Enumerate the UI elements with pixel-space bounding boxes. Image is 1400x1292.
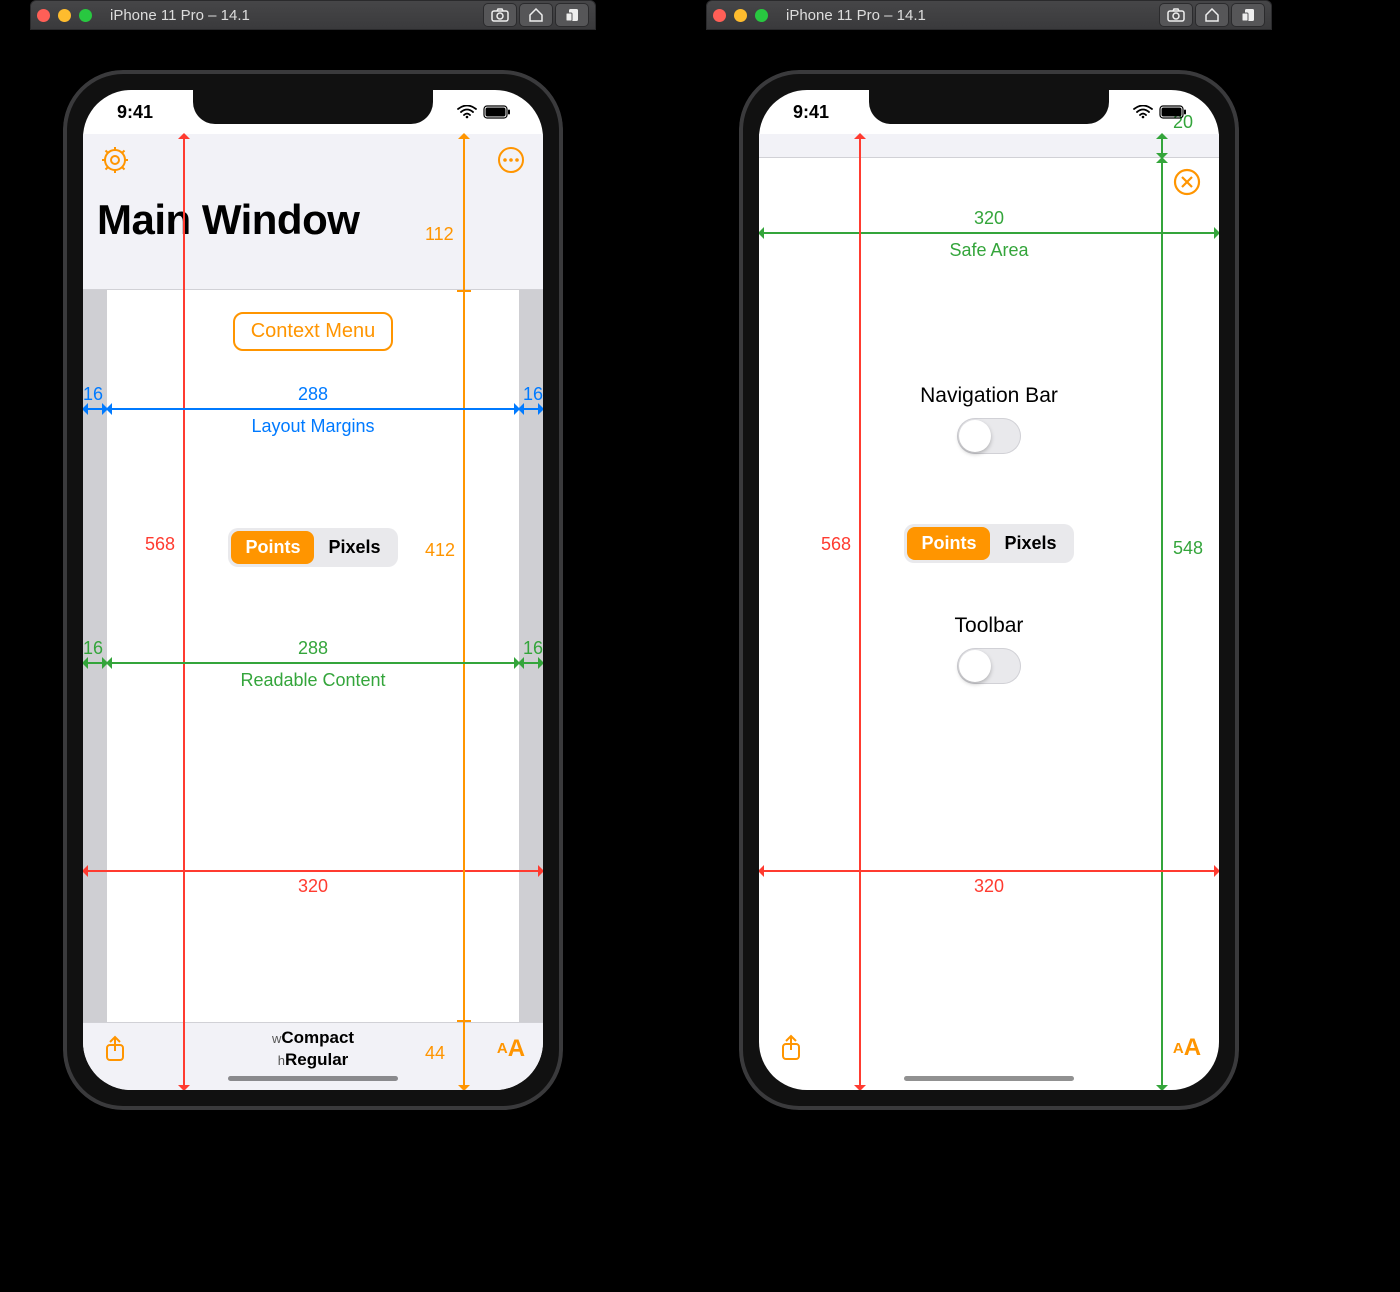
units-segmented-control[interactable]: Points Pixels [228, 528, 397, 567]
nav-bar-toggle[interactable] [957, 418, 1021, 454]
measure-window-height: 568 [183, 134, 185, 1090]
traffic-lights[interactable] [713, 9, 768, 22]
toolbar-toggle[interactable] [957, 648, 1021, 684]
measure-readable-right: 16 [519, 662, 543, 664]
measure-readable-left: 16 [83, 662, 107, 664]
wifi-icon [1133, 105, 1153, 119]
share-icon[interactable] [97, 1031, 133, 1067]
phone-frame: 9:41 Navigation Bar Points [729, 60, 1249, 1120]
measure-window-width: 320 [759, 870, 1219, 872]
measure-safe-width: 320 Safe Area [759, 232, 1219, 234]
measure-orange-vertical: 112 412 44 [463, 134, 465, 1090]
segment-points[interactable]: Points [907, 527, 990, 560]
measure-safe-top: 20 [1161, 134, 1163, 158]
status-icons [1133, 105, 1187, 119]
more-icon[interactable] [493, 142, 529, 178]
status-icons [457, 105, 511, 119]
measure-layout-margin-left: 16 [83, 408, 107, 410]
titlebar[interactable]: iPhone 11 Pro – 14.1 [30, 0, 596, 30]
text-size-icon[interactable]: AA [1169, 1030, 1205, 1066]
close-icon[interactable] [1169, 164, 1205, 200]
window-title: iPhone 11 Pro – 14.1 [100, 7, 475, 24]
home-button[interactable] [519, 3, 553, 27]
safe-top-gap [759, 134, 1219, 158]
measure-layout-margins-width: 288 Layout Margins [107, 408, 519, 410]
size-class-label: wCompact hRegular [272, 1027, 354, 1070]
notch [869, 90, 1109, 124]
share-icon[interactable] [773, 1030, 809, 1066]
navigation-bar: Main Window [83, 134, 543, 290]
context-menu-button[interactable]: Context Menu [233, 312, 394, 351]
minimize-window-icon[interactable] [58, 9, 71, 22]
battery-icon [1159, 105, 1187, 119]
close-window-icon[interactable] [37, 9, 50, 22]
zoom-window-icon[interactable] [79, 9, 92, 22]
text-size-icon[interactable]: AA [493, 1031, 529, 1067]
window-title: iPhone 11 Pro – 14.1 [776, 7, 1151, 24]
simulator-window-a: iPhone 11 Pro – 14.1 9:41 [30, 0, 596, 1292]
titlebar[interactable]: iPhone 11 Pro – 14.1 [706, 0, 1272, 30]
minimize-window-icon[interactable] [734, 9, 747, 22]
rotate-button[interactable] [1231, 3, 1265, 27]
measure-safe-height: 548 [1161, 158, 1163, 1090]
battery-icon [483, 105, 511, 119]
units-segmented-control[interactable]: Points Pixels [904, 524, 1073, 563]
status-time: 9:41 [117, 102, 153, 123]
measure-window-height: 568 [859, 134, 861, 1090]
segment-pixels[interactable]: Pixels [314, 531, 394, 564]
phone-frame: 9:41 Main Window [53, 60, 573, 1120]
home-indicator [904, 1076, 1074, 1081]
status-time: 9:41 [793, 102, 829, 123]
measure-window-width: 320 [83, 870, 543, 872]
zoom-window-icon[interactable] [755, 9, 768, 22]
toolbar-label: Toolbar [955, 614, 1024, 638]
home-button[interactable] [1195, 3, 1229, 27]
simulator-window-b: iPhone 11 Pro – 14.1 9:41 [706, 0, 1272, 1292]
rotate-button[interactable] [555, 3, 589, 27]
notch [193, 90, 433, 124]
home-indicator [228, 1076, 398, 1081]
wifi-icon [457, 105, 477, 119]
gear-icon[interactable] [97, 142, 133, 178]
measure-readable-width: 288 Readable Content [107, 662, 519, 664]
traffic-lights[interactable] [37, 9, 92, 22]
nav-bar-label: Navigation Bar [920, 384, 1058, 408]
segment-points[interactable]: Points [231, 531, 314, 564]
screenshot-button[interactable] [1159, 3, 1193, 27]
segment-pixels[interactable]: Pixels [990, 527, 1070, 560]
screenshot-button[interactable] [483, 3, 517, 27]
measure-layout-margin-right: 16 [519, 408, 543, 410]
close-window-icon[interactable] [713, 9, 726, 22]
